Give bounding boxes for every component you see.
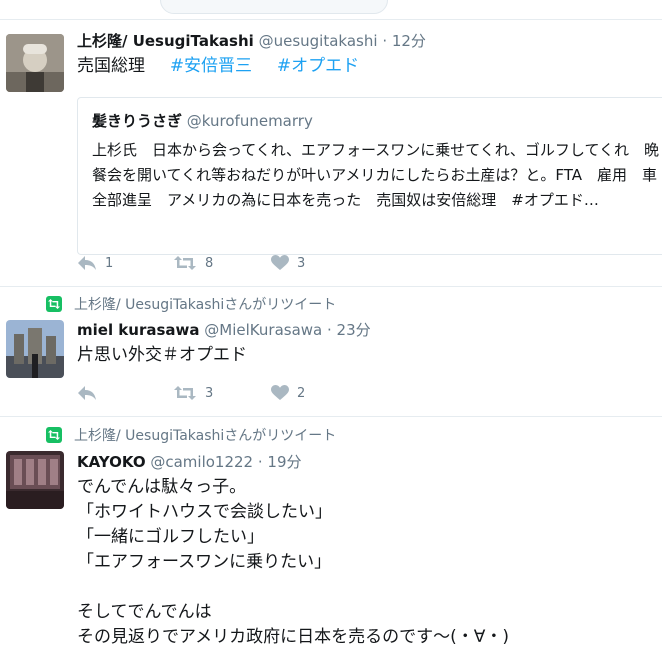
quoted-tweet[interactable]: 髪きりうさぎ @kurofunemarry 上杉氏 日本から会ってくれ、エアフォ… <box>77 97 662 255</box>
tweet-text: でんでんは駄々っ子。 「ホワイトハウスで会談したい」 「一緒にゴルフしたい」 「… <box>77 475 509 650</box>
tweet-actions: 3 2 <box>77 383 377 403</box>
tweet-line: 「エアフォースワンに乗りたい」 <box>77 552 332 572</box>
search-box[interactable] <box>160 0 388 14</box>
retweet-button[interactable]: 3 <box>173 383 213 403</box>
retweet-context[interactable]: 上杉隆/ UesugiTakashiさんがリツイート <box>46 425 336 445</box>
like-button[interactable]: 2 <box>271 383 305 403</box>
avatar[interactable] <box>6 451 64 509</box>
tweet-line: その見返りでアメリカ政府に日本を売るのです〜(・∀・) <box>77 627 510 647</box>
tweet-line: でんでんは駄々っ子。 <box>77 477 247 497</box>
avatar-photo <box>6 34 64 92</box>
retweet-button[interactable]: 8 <box>173 253 213 273</box>
username[interactable]: @uesugitakashi <box>259 32 378 50</box>
avatar[interactable] <box>6 34 64 92</box>
tweet[interactable]: 上杉隆/ UesugiTakashi @uesugitakashi · 12分 … <box>0 20 662 287</box>
reply-button[interactable] <box>77 383 105 403</box>
top-bar <box>0 0 662 20</box>
quoted-username: @kurofunemarry <box>186 112 313 130</box>
tweet-text: 片思い外交＃オプエド <box>77 345 247 365</box>
retweet-context-icon <box>46 427 62 443</box>
quoted-display-name: 髪きりうさぎ <box>92 112 183 130</box>
tweet-line <box>77 575 509 600</box>
avatar[interactable] <box>6 320 64 378</box>
quoted-tweet-header: 髪きりうさぎ @kurofunemarry <box>92 110 313 131</box>
retweet-context-icon <box>46 296 62 312</box>
tweet[interactable]: 上杉隆/ UesugiTakashiさんがリツイート miel kurasawa… <box>0 287 662 417</box>
tweet-header: miel kurasawa @MielKurasawa · 23分 <box>77 321 371 339</box>
reply-icon <box>78 386 96 400</box>
retweet-context-text: 上杉隆/ UesugiTakashiさんがリツイート <box>74 428 337 444</box>
username[interactable]: @MielKurasawa <box>204 321 322 339</box>
like-count: 3 <box>297 255 306 271</box>
tweet-line: そしてでんでんは <box>77 602 212 622</box>
retweet-context-text: 上杉隆/ UesugiTakashiさんがリツイート <box>74 297 337 313</box>
tweet-text: 売国総理 #安倍晋三 #オプエド <box>77 54 359 79</box>
retweet-count: 3 <box>205 385 214 401</box>
reply-count: 1 <box>105 255 114 271</box>
reply-icon <box>78 256 96 270</box>
retweet-context[interactable]: 上杉隆/ UesugiTakashiさんがリツイート <box>46 294 336 314</box>
hashtag-link[interactable]: #オプエド <box>277 56 359 76</box>
retweet-icon <box>174 256 196 270</box>
tweet-header: KAYOKO @camilo1222 · 19分 <box>77 453 302 471</box>
heart-icon <box>271 385 289 400</box>
avatar-photo <box>6 451 64 509</box>
display-name[interactable]: KAYOKO <box>77 453 146 471</box>
username[interactable]: @camilo1222 <box>150 453 253 471</box>
heart-icon <box>271 255 289 270</box>
display-name[interactable]: miel kurasawa <box>77 321 200 339</box>
tweet-body-text: 売国総理 <box>77 56 145 76</box>
display-name[interactable]: 上杉隆/ UesugiTakashi <box>77 32 254 50</box>
timestamp[interactable]: · 12分 <box>382 32 426 50</box>
reply-button[interactable]: 1 <box>77 253 113 273</box>
tweet-line: 「一緒にゴルフしたい」 <box>77 527 264 547</box>
tweet[interactable]: 上杉隆/ UesugiTakashiさんがリツイート KAYOKO @camil… <box>0 417 662 662</box>
tweet-line: 「ホワイトハウスで会談したい」 <box>77 502 332 522</box>
like-count: 2 <box>297 385 306 401</box>
tweet-header: 上杉隆/ UesugiTakashi @uesugitakashi · 12分 <box>77 32 426 50</box>
retweet-count: 8 <box>205 255 214 271</box>
like-button[interactable]: 3 <box>271 253 305 273</box>
timestamp[interactable]: · 23分 <box>327 321 371 339</box>
retweet-icon <box>174 386 196 400</box>
timestamp[interactable]: · 19分 <box>258 453 302 471</box>
tweet-actions: 1 8 3 <box>77 253 377 273</box>
avatar-photo <box>6 320 64 378</box>
hashtag-link[interactable]: #安倍晋三 <box>170 56 252 76</box>
quoted-tweet-text: 上杉氏 日本から会ってくれ、エアフォースワンに乗せてくれ、ゴルフしてくれ 晩餐会… <box>92 141 660 209</box>
